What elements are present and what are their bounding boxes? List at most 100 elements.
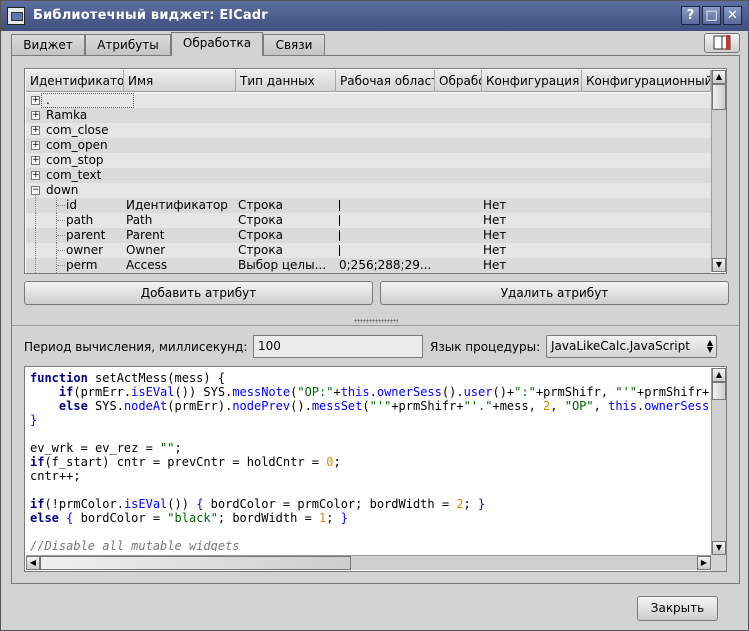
period-input[interactable]: 100 [253,335,423,358]
cell-id: com_text [46,168,102,182]
scroll-thumb[interactable] [712,84,726,110]
tree-row[interactable]: + . [26,93,711,108]
add-attribute-button[interactable]: Добавить атрибут [24,281,373,305]
splitter-handle[interactable] [12,318,739,324]
period-label: Период вычисления, миллисекунд: [24,340,248,354]
tree-row[interactable]: path Path Строка Нет [26,213,711,228]
tree-branch-line [57,205,65,206]
cell-id: com_open [46,138,108,152]
column-header-config-template[interactable]: Конфигурационный [582,70,711,92]
cell-workarea-value [339,245,340,256]
window-title: Библиотечный виджет: ElCadr [33,8,268,23]
cell-id: com_stop [46,153,104,167]
tree-row[interactable]: parent Parent Строка Нет [26,228,711,243]
code-line: else { bordColor = "black"; bordWidth = … [30,511,348,525]
code-editor[interactable]: function setActMess(mess) { if(prmErr.is… [24,366,727,572]
language-label: Язык процедуры: [430,340,541,354]
cell-type: Строка [238,228,283,242]
column-header-config[interactable]: Конфигурация [482,70,582,92]
tree-branch-line [35,258,36,273]
language-select-value: JavaLikeCalc.JavaScript [551,339,690,353]
tree-body: + . + Ramka + com_close + com_open + com… [26,93,711,273]
cell-workarea-value [339,230,340,241]
tree-row[interactable]: + Ramka [26,108,711,123]
expand-icon[interactable]: + [31,156,40,165]
tree-row[interactable]: + com_open [26,138,711,153]
expand-icon[interactable]: + [31,141,40,150]
maximize-button[interactable]: □ [702,6,721,25]
cell-type: Строка [238,213,283,227]
code-line: cntr++; [30,469,81,483]
column-header-processing[interactable]: Обработка [435,70,482,92]
chevron-updown-icon: ▲ ▼ [706,338,713,354]
tree-row[interactable]: + com_text [26,168,711,183]
code-text[interactable]: function setActMess(mess) { if(prmErr.is… [30,371,710,551]
cell-id: perm [66,258,98,272]
scroll-thumb[interactable] [40,556,351,570]
expand-icon[interactable]: + [31,96,40,105]
tree-branch-line [35,243,36,258]
tree-row[interactable]: − down [26,183,711,198]
tab-widget[interactable]: Виджет [11,34,85,55]
code-line: //Disable all mutable widgets [30,539,240,551]
code-line: if(!prmColor.isEVal()) { bordColor = prm… [30,497,486,511]
tree-branch-line [57,235,65,236]
scroll-right-icon[interactable]: ▶ [697,556,711,570]
tree-row[interactable]: + com_stop [26,153,711,168]
delete-attribute-button[interactable]: Удалить атрибут [380,281,729,305]
cell-workarea: 0;256;288;29... [339,258,432,272]
close-button[interactable]: Закрыть [637,596,718,621]
expand-icon[interactable]: + [31,111,40,120]
editor-horizontal-scrollbar[interactable]: ◀ ▶ [26,555,711,570]
close-window-button[interactable]: ✕ [723,6,742,25]
column-header-workarea[interactable]: Рабочая область [336,70,435,92]
separator [12,325,739,326]
column-header-id[interactable]: Идентификатор [26,70,124,92]
language-select[interactable]: JavaLikeCalc.JavaScript ▲ ▼ [546,335,717,358]
dialog-window: Библиотечный виджет: ElCadr ? □ ✕ Виджет… [0,0,749,631]
tab-attributes[interactable]: Атрибуты [85,34,171,55]
app-icon [7,7,25,25]
cell-type: Строка [238,198,283,212]
tree-row[interactable]: id Идентификатор Строка Нет [26,198,711,213]
scroll-corner [711,555,726,571]
splitter-grip-icon [354,319,398,323]
cell-config: Нет [483,258,507,272]
expand-icon[interactable]: + [31,171,40,180]
expand-icon[interactable]: + [31,126,40,135]
scroll-down-icon[interactable]: ▼ [712,541,726,555]
code-line: function setActMess(mess) { [30,371,226,385]
editor-vertical-scrollbar[interactable]: ▲ ▼ [711,368,726,555]
scroll-thumb[interactable] [712,382,726,400]
cell-config: Нет [483,243,507,257]
scroll-up-icon[interactable]: ▲ [712,70,726,84]
cell-id: id [66,198,77,212]
tree-branch-line [35,213,36,228]
tab-processing[interactable]: Обработка [171,32,263,56]
cell-config: Нет [483,213,507,227]
tree-row[interactable]: + com_close [26,123,711,138]
tab-links[interactable]: Связи [263,34,325,55]
cell-name: Идентификатор [126,198,228,212]
cell-id: parent [66,228,106,242]
tree-row[interactable]: perm Access Выбор целы... 0;256;288;29..… [26,258,711,273]
cell-config: Нет [483,228,507,242]
cell-type: Выбор целы... [238,258,327,272]
tree-branch-line [57,265,65,266]
attributes-tree[interactable]: Идентификатор Имя Тип данных Рабочая обл… [24,68,727,274]
title-bar[interactable]: Библиотечный виджет: ElCadr ? □ ✕ [1,1,748,31]
tree-vertical-scrollbar[interactable]: ▲ ▼ [711,70,726,272]
book-icon[interactable] [704,33,740,53]
tree-branch-line [57,220,65,221]
help-button[interactable]: ? [681,6,700,25]
code-line: } [30,413,38,427]
cell-id: . [46,93,50,107]
column-header-name[interactable]: Имя [124,70,236,92]
cell-workarea-value [339,200,340,211]
tree-row[interactable]: owner Owner Строка Нет [26,243,711,258]
cell-name: Path [126,213,153,227]
scroll-down-icon[interactable]: ▼ [712,258,726,272]
scroll-up-icon[interactable]: ▲ [712,368,726,382]
column-header-type[interactable]: Тип данных [236,70,336,92]
scroll-left-icon[interactable]: ◀ [26,556,40,570]
